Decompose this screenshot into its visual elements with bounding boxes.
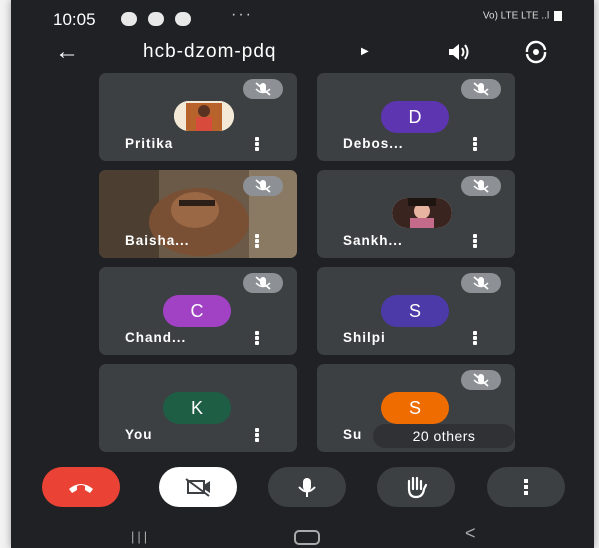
more-vert-icon [524, 479, 528, 495]
status-bar: 10:05 ··· Vo) LTE LTE ..l [11, 0, 594, 38]
participant-name: Debos... [343, 136, 404, 151]
more-vert-icon[interactable] [473, 331, 477, 345]
participant-avatar: C [163, 295, 231, 327]
network-status-text: Vo) LTE LTE ..l [482, 10, 550, 22]
participant-name: Baisha... [125, 233, 190, 248]
camera-toggle-button[interactable] [159, 467, 237, 507]
back-arrow-icon[interactable]: ← [55, 38, 79, 66]
meet-call-screen: 10:05 ··· Vo) LTE LTE ..l ← hcb-dzom-pdq… [11, 0, 594, 548]
notification-app-icon [121, 12, 137, 26]
more-vert-icon[interactable] [255, 234, 259, 248]
more-vert-icon[interactable] [473, 234, 477, 248]
mic-off-icon [243, 273, 283, 293]
end-call-button[interactable] [42, 467, 120, 507]
more-options-button[interactable] [487, 467, 565, 507]
participant-tile[interactable]: D Debos... [317, 73, 515, 161]
participant-avatar: S [381, 392, 449, 424]
battery-icon [554, 11, 562, 21]
status-more-dots: ··· [231, 6, 253, 23]
participant-avatar: K [163, 392, 231, 424]
hang-up-icon [69, 484, 93, 493]
system-nav-bar: ||| < [11, 520, 594, 548]
whatsapp-icon [148, 12, 164, 26]
network-status: Vo) LTE LTE ..l [483, 10, 564, 22]
participant-name: Chand... [125, 330, 187, 345]
participant-tile-self[interactable]: K You [99, 364, 297, 452]
participant-tile[interactable]: Baisha... [99, 170, 297, 258]
status-time: 10:05 [53, 10, 96, 29]
mic-off-icon [243, 176, 283, 196]
participant-name: Sankh... [343, 233, 403, 248]
raise-hand-icon [407, 476, 428, 499]
switch-camera-icon[interactable] [521, 40, 551, 64]
others-count-chip[interactable]: 20 others [373, 424, 515, 448]
speaker-icon[interactable] [443, 40, 473, 64]
mic-off-icon [461, 79, 501, 99]
microphone-button[interactable] [268, 467, 346, 507]
nav-back-icon[interactable]: < [465, 523, 476, 544]
meeting-code[interactable]: hcb-dzom-pdq [143, 41, 276, 63]
more-vert-icon[interactable] [255, 331, 259, 345]
participant-photo [392, 198, 452, 228]
participant-tile[interactable]: S Shilpi [317, 267, 515, 355]
mic-off-icon [243, 79, 283, 99]
raise-hand-button[interactable] [377, 467, 455, 507]
participant-name: Su [343, 427, 363, 442]
app-bar: ← hcb-dzom-pdq ▶ [11, 38, 594, 68]
participant-photo [174, 101, 234, 131]
participant-avatar: D [381, 101, 449, 133]
participant-name: Pritika [125, 136, 174, 151]
caret-right-icon[interactable]: ▶ [361, 46, 369, 57]
notification-app-icon [175, 12, 191, 26]
participant-name: Shilpi [343, 330, 386, 345]
participant-tile[interactable]: Pritika [99, 73, 297, 161]
participant-tile[interactable]: Sankh... [317, 170, 515, 258]
mic-icon [298, 478, 316, 497]
mic-off-icon [461, 273, 501, 293]
recent-apps-icon[interactable]: ||| [131, 529, 150, 544]
mic-off-icon [461, 176, 501, 196]
participant-name: You [125, 427, 153, 442]
more-vert-icon[interactable] [255, 428, 259, 442]
participant-avatar: S [381, 295, 449, 327]
participant-tile[interactable]: C Chand... [99, 267, 297, 355]
more-vert-icon[interactable] [473, 137, 477, 151]
mic-off-icon [461, 370, 501, 390]
more-vert-icon[interactable] [255, 137, 259, 151]
home-icon[interactable] [294, 530, 320, 545]
videocam-off-icon [185, 478, 210, 497]
